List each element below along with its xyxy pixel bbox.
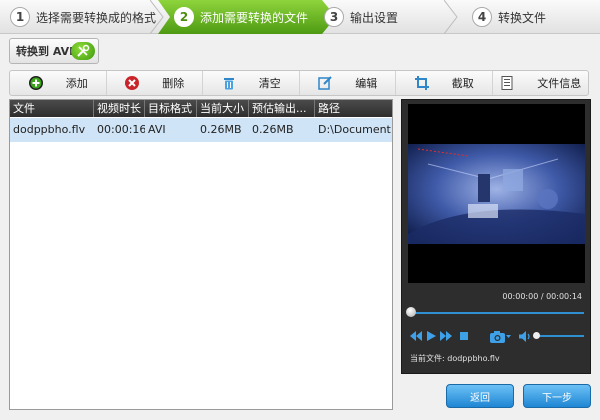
table-row[interactable]: dodppbho.flv 00:00:16 AVI 0.26MB 0.26MB … — [10, 118, 392, 142]
cell-estimated-size: 0.26MB — [252, 123, 294, 136]
add-label: 添加 — [65, 77, 88, 90]
snapshot-button[interactable] — [490, 329, 512, 343]
clear-label: 清空 — [258, 77, 281, 90]
volume-button[interactable] — [518, 329, 532, 343]
preview-player: 00:00:00 / 00:00:14 当前文件: dodppbho.flv — [401, 99, 591, 374]
step-label: 转换文件 — [498, 10, 547, 25]
cell-duration: 00:00:16 — [97, 123, 145, 136]
file-info-button[interactable]: 文件信息 — [493, 71, 589, 95]
cell-path: D:\Document... — [318, 123, 392, 136]
back-button[interactable]: 返回 — [446, 384, 514, 408]
step-output-settings[interactable]: 3 输出设置 — [324, 0, 398, 34]
step-label: 选择需要转换成的格式 — [36, 10, 157, 25]
document-icon — [499, 75, 515, 91]
edit-button[interactable]: 编辑 — [300, 71, 396, 95]
play-button[interactable] — [426, 329, 436, 343]
speaker-icon — [518, 330, 530, 342]
crop-label: 截取 — [451, 77, 474, 90]
crop-icon — [414, 75, 430, 91]
rewind-icon — [410, 331, 422, 341]
playback-time: 00:00:00 / 00:00:14 — [502, 292, 582, 301]
cell-current-size: 0.26MB — [200, 123, 242, 136]
step-convert[interactable]: 4 转换文件 — [472, 0, 546, 34]
column-header[interactable]: 目标格式 — [145, 100, 197, 117]
delete-button[interactable]: 删除 — [107, 71, 203, 95]
fast-forward-button[interactable] — [440, 329, 452, 343]
column-header[interactable]: 预估输出... — [249, 100, 315, 117]
table-header: 文件 视频时长 目标格式 当前大小 预估输出... 路径 — [10, 100, 392, 117]
column-header[interactable]: 当前大小 — [197, 100, 249, 117]
rewind-button[interactable] — [410, 329, 422, 343]
step-number: 1 — [10, 7, 30, 27]
next-button[interactable]: 下一步 — [523, 384, 591, 408]
tools-icon — [71, 42, 95, 60]
convert-to-label: 转换到 AVI — [16, 45, 74, 58]
column-header[interactable]: 文件 — [10, 100, 94, 117]
volume-slider[interactable] — [538, 335, 584, 337]
fast-forward-icon — [440, 331, 452, 341]
plus-icon — [28, 75, 44, 91]
delete-icon — [124, 75, 140, 91]
wizard-steps: 1 选择需要转换成的格式 2 添加需要转换的文件 3 输出设置 4 转换文件 — [0, 0, 600, 34]
step-add-files[interactable]: 2 添加需要转换的文件 — [174, 0, 308, 34]
step-label: 添加需要转换的文件 — [200, 10, 309, 25]
column-header[interactable]: 路径 — [315, 100, 392, 117]
step-select-format[interactable]: 1 选择需要转换成的格式 — [10, 0, 156, 34]
delete-label: 删除 — [162, 77, 185, 90]
seek-bar[interactable] — [408, 312, 584, 314]
camera-icon — [490, 330, 511, 343]
stop-icon — [460, 332, 468, 340]
add-button[interactable]: 添加 — [10, 71, 107, 95]
video-frame-image — [408, 104, 585, 283]
volume-handle[interactable] — [533, 332, 540, 339]
step-number: 4 — [472, 7, 492, 27]
play-icon — [426, 331, 436, 341]
file-info-label: 文件信息 — [537, 77, 582, 90]
cell-target-format: AVI — [148, 123, 166, 136]
edit-icon — [317, 75, 333, 91]
current-file-label: 当前文件: dodppbho.flv — [410, 354, 500, 363]
trash-icon — [221, 75, 237, 91]
stop-button[interactable] — [459, 329, 469, 343]
file-list-table: 文件 视频时长 目标格式 当前大小 预估输出... 路径 dodppbho.fl… — [9, 99, 393, 410]
seek-handle[interactable] — [406, 307, 416, 317]
edit-label: 编辑 — [355, 77, 378, 90]
step-label: 输出设置 — [350, 10, 399, 25]
step-number: 3 — [324, 7, 344, 27]
crop-button[interactable]: 截取 — [396, 71, 493, 95]
convert-to-format-button[interactable]: 转换到 AVI — [9, 38, 99, 64]
cell-file: dodppbho.flv — [13, 123, 86, 136]
column-header[interactable]: 视频时长 — [94, 100, 145, 117]
clear-button[interactable]: 清空 — [203, 71, 300, 95]
file-toolbar: 添加 删除 清空 编辑 截取 文件信息 — [9, 70, 589, 96]
step-divider — [444, 0, 458, 34]
video-preview[interactable] — [408, 104, 585, 283]
step-number: 2 — [174, 7, 194, 27]
